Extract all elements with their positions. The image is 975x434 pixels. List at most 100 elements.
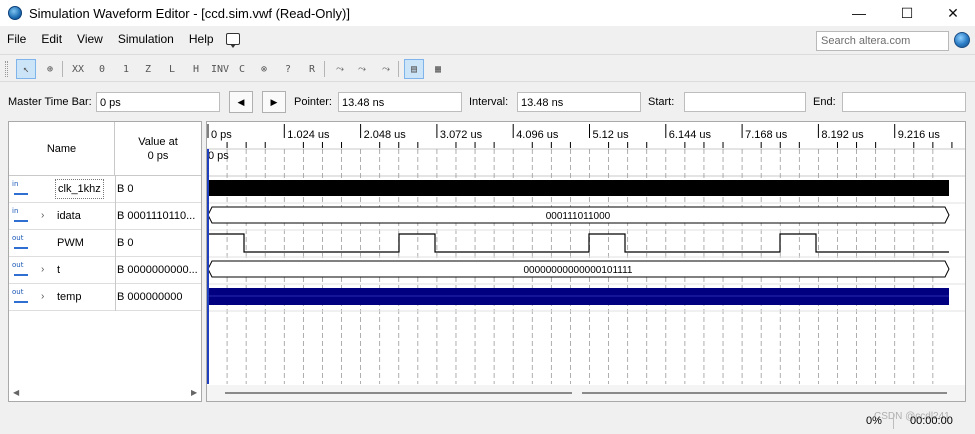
minimize-button[interactable]: — bbox=[836, 0, 882, 26]
signal-list-hscrollbar[interactable]: ◀ ▶ bbox=[9, 385, 201, 401]
expand-chevron-icon[interactable]: › bbox=[41, 210, 44, 221]
maximize-button[interactable]: ☐ bbox=[884, 0, 930, 26]
close-button[interactable]: ✕ bbox=[930, 0, 975, 26]
input-pin-icon: in bbox=[12, 180, 30, 198]
menu-help[interactable]: Help bbox=[182, 32, 222, 46]
toolbar-separator bbox=[398, 61, 399, 77]
scroll-right-icon[interactable]: ▶ bbox=[191, 388, 197, 397]
waveform-canvas[interactable]: 0 ps 1.024 us 2.048 us 3.072 us 4.096 us 5.12… bbox=[207, 122, 966, 402]
pin-direction-text: out bbox=[12, 234, 24, 242]
toolbar-grip[interactable] bbox=[5, 61, 8, 77]
expand-chevron-icon[interactable]: › bbox=[41, 291, 44, 302]
signal-row-temp[interactable]: out › temp B 000000000 bbox=[9, 284, 201, 311]
signal-name: t bbox=[57, 264, 61, 276]
toolbar-separator bbox=[324, 61, 325, 77]
count-value-icon[interactable]: C bbox=[232, 59, 252, 79]
run-simulation-icon[interactable]: ⤳ bbox=[376, 59, 396, 79]
ruler-tick-label: 4.096 us bbox=[516, 129, 559, 141]
weak-high-icon[interactable]: H bbox=[186, 59, 206, 79]
arbitrary-value-icon[interactable]: ? bbox=[278, 59, 298, 79]
random-value-icon[interactable]: R bbox=[302, 59, 322, 79]
search-input[interactable]: Search altera.com bbox=[816, 31, 949, 51]
ruler-tick-label: 7.168 us bbox=[745, 129, 788, 141]
menu-edit[interactable]: Edit bbox=[34, 32, 70, 46]
next-transition-button[interactable]: ▶ bbox=[262, 91, 286, 113]
clk-1khz-waveform[interactable] bbox=[208, 180, 949, 196]
master-time-marker-label: 0 ps bbox=[208, 150, 229, 162]
prev-transition-button[interactable]: ◀ bbox=[229, 91, 253, 113]
ruler-tick-label: 1.024 us bbox=[287, 129, 330, 141]
signal-list-panel: Name Value at 0 ps in clk_1khz B 0 in › idata… bbox=[8, 121, 202, 402]
pointer-field[interactable]: 13.48 ns bbox=[338, 92, 462, 112]
grid-settings-icon[interactable]: ⤳ bbox=[352, 59, 372, 79]
ruler-tick-label: 3.072 us bbox=[440, 129, 483, 141]
name-column-header[interactable]: Name bbox=[9, 122, 115, 176]
end-label: End: bbox=[813, 96, 836, 108]
signal-list-header: Name Value at 0 ps bbox=[9, 122, 201, 176]
title-bar: Simulation Waveform Editor - [ccd.sim.vw… bbox=[0, 0, 975, 26]
force-low-icon[interactable]: 0 bbox=[92, 59, 112, 79]
value-header-line2: 0 ps bbox=[147, 150, 169, 162]
timing-sim-icon[interactable]: ▦ bbox=[428, 59, 448, 79]
signal-name: PWM bbox=[57, 237, 84, 249]
signal-value: B 0000000000... bbox=[117, 264, 198, 276]
signal-row-idata[interactable]: in › idata B 0001110110... bbox=[9, 203, 201, 230]
force-high-icon[interactable]: 1 bbox=[116, 59, 136, 79]
ruler-tick-label: 5.12 us bbox=[593, 129, 630, 141]
menu-file[interactable]: File bbox=[0, 32, 34, 46]
help-speech-icon[interactable] bbox=[225, 33, 240, 48]
expand-chevron-icon[interactable]: › bbox=[41, 264, 44, 275]
scroll-left-icon[interactable]: ◀ bbox=[13, 388, 19, 397]
menu-simulation[interactable]: Simulation bbox=[111, 32, 182, 46]
status-bar: 0% 00:00:00 bbox=[866, 410, 970, 432]
pin-arrow bbox=[14, 189, 28, 195]
input-pin-icon: in bbox=[12, 207, 30, 225]
end-field[interactable] bbox=[842, 92, 966, 112]
signal-value: B 0 bbox=[117, 237, 134, 249]
zoom-icon[interactable]: ⊕ bbox=[40, 59, 60, 79]
signal-row-t[interactable]: out › t B 0000000000... bbox=[9, 257, 201, 284]
toolbar: ↖ ⊕ XX 0 1 Z L H INV C ⊗? R ⤳ ⤳ ⤳ ▤ ▦ bbox=[0, 54, 975, 82]
waveform-panel[interactable]: 0 ps 1.024 us 2.048 us 3.072 us 4.096 us 5.12… bbox=[206, 121, 966, 402]
ruler-tick-label: 2.048 us bbox=[364, 129, 407, 141]
toolbar-separator bbox=[62, 61, 63, 77]
pin-arrow bbox=[14, 270, 28, 276]
column-divider bbox=[115, 284, 116, 311]
output-pin-icon: out bbox=[12, 234, 30, 252]
pointer-label: Pointer: bbox=[294, 96, 332, 108]
uninitialized-icon[interactable]: XX bbox=[68, 59, 88, 79]
pin-arrow bbox=[14, 216, 28, 222]
master-time-label: Master Time Bar: bbox=[8, 96, 92, 108]
snap-to-grid-icon[interactable]: ⤳ bbox=[330, 59, 350, 79]
weak-low-icon[interactable]: L bbox=[162, 59, 182, 79]
functional-sim-icon[interactable]: ▤ bbox=[404, 59, 424, 79]
time-bar: Master Time Bar: 0 ps ◀ ▶ Pointer: 13.48… bbox=[0, 88, 975, 116]
column-divider bbox=[115, 203, 116, 230]
high-impedance-icon[interactable]: Z bbox=[138, 59, 158, 79]
signal-value: B 0001110110... bbox=[117, 210, 196, 222]
pin-direction-text: in bbox=[12, 207, 19, 215]
start-field[interactable] bbox=[684, 92, 806, 112]
globe-icon[interactable] bbox=[954, 32, 970, 48]
master-time-field[interactable]: 0 ps bbox=[96, 92, 220, 112]
ruler-tick-label: 9.216 us bbox=[898, 129, 941, 141]
interval-field[interactable]: 13.48 ns bbox=[517, 92, 641, 112]
pin-arrow bbox=[14, 297, 28, 303]
status-divider bbox=[893, 413, 894, 429]
t-bus-value: 00000000000000101111 bbox=[523, 265, 632, 276]
clock-icon[interactable]: ⊗ bbox=[254, 59, 274, 79]
interval-label: Interval: bbox=[469, 96, 509, 108]
column-divider bbox=[115, 176, 116, 203]
value-column-header[interactable]: Value at 0 ps bbox=[115, 122, 201, 176]
invert-icon[interactable]: INV bbox=[210, 59, 230, 79]
column-divider bbox=[115, 257, 116, 284]
pin-direction-text: in bbox=[12, 180, 19, 188]
pointer-icon[interactable]: ↖ bbox=[16, 59, 36, 79]
signal-row-clk_1khz[interactable]: in clk_1khz B 0 bbox=[9, 176, 201, 203]
menu-view[interactable]: View bbox=[70, 32, 111, 46]
signal-value: B 0 bbox=[117, 183, 134, 195]
app-icon bbox=[8, 6, 22, 20]
column-divider bbox=[115, 230, 116, 257]
ruler-tick-label: 6.144 us bbox=[669, 129, 712, 141]
signal-row-pwm[interactable]: out PWM B 0 bbox=[9, 230, 201, 257]
